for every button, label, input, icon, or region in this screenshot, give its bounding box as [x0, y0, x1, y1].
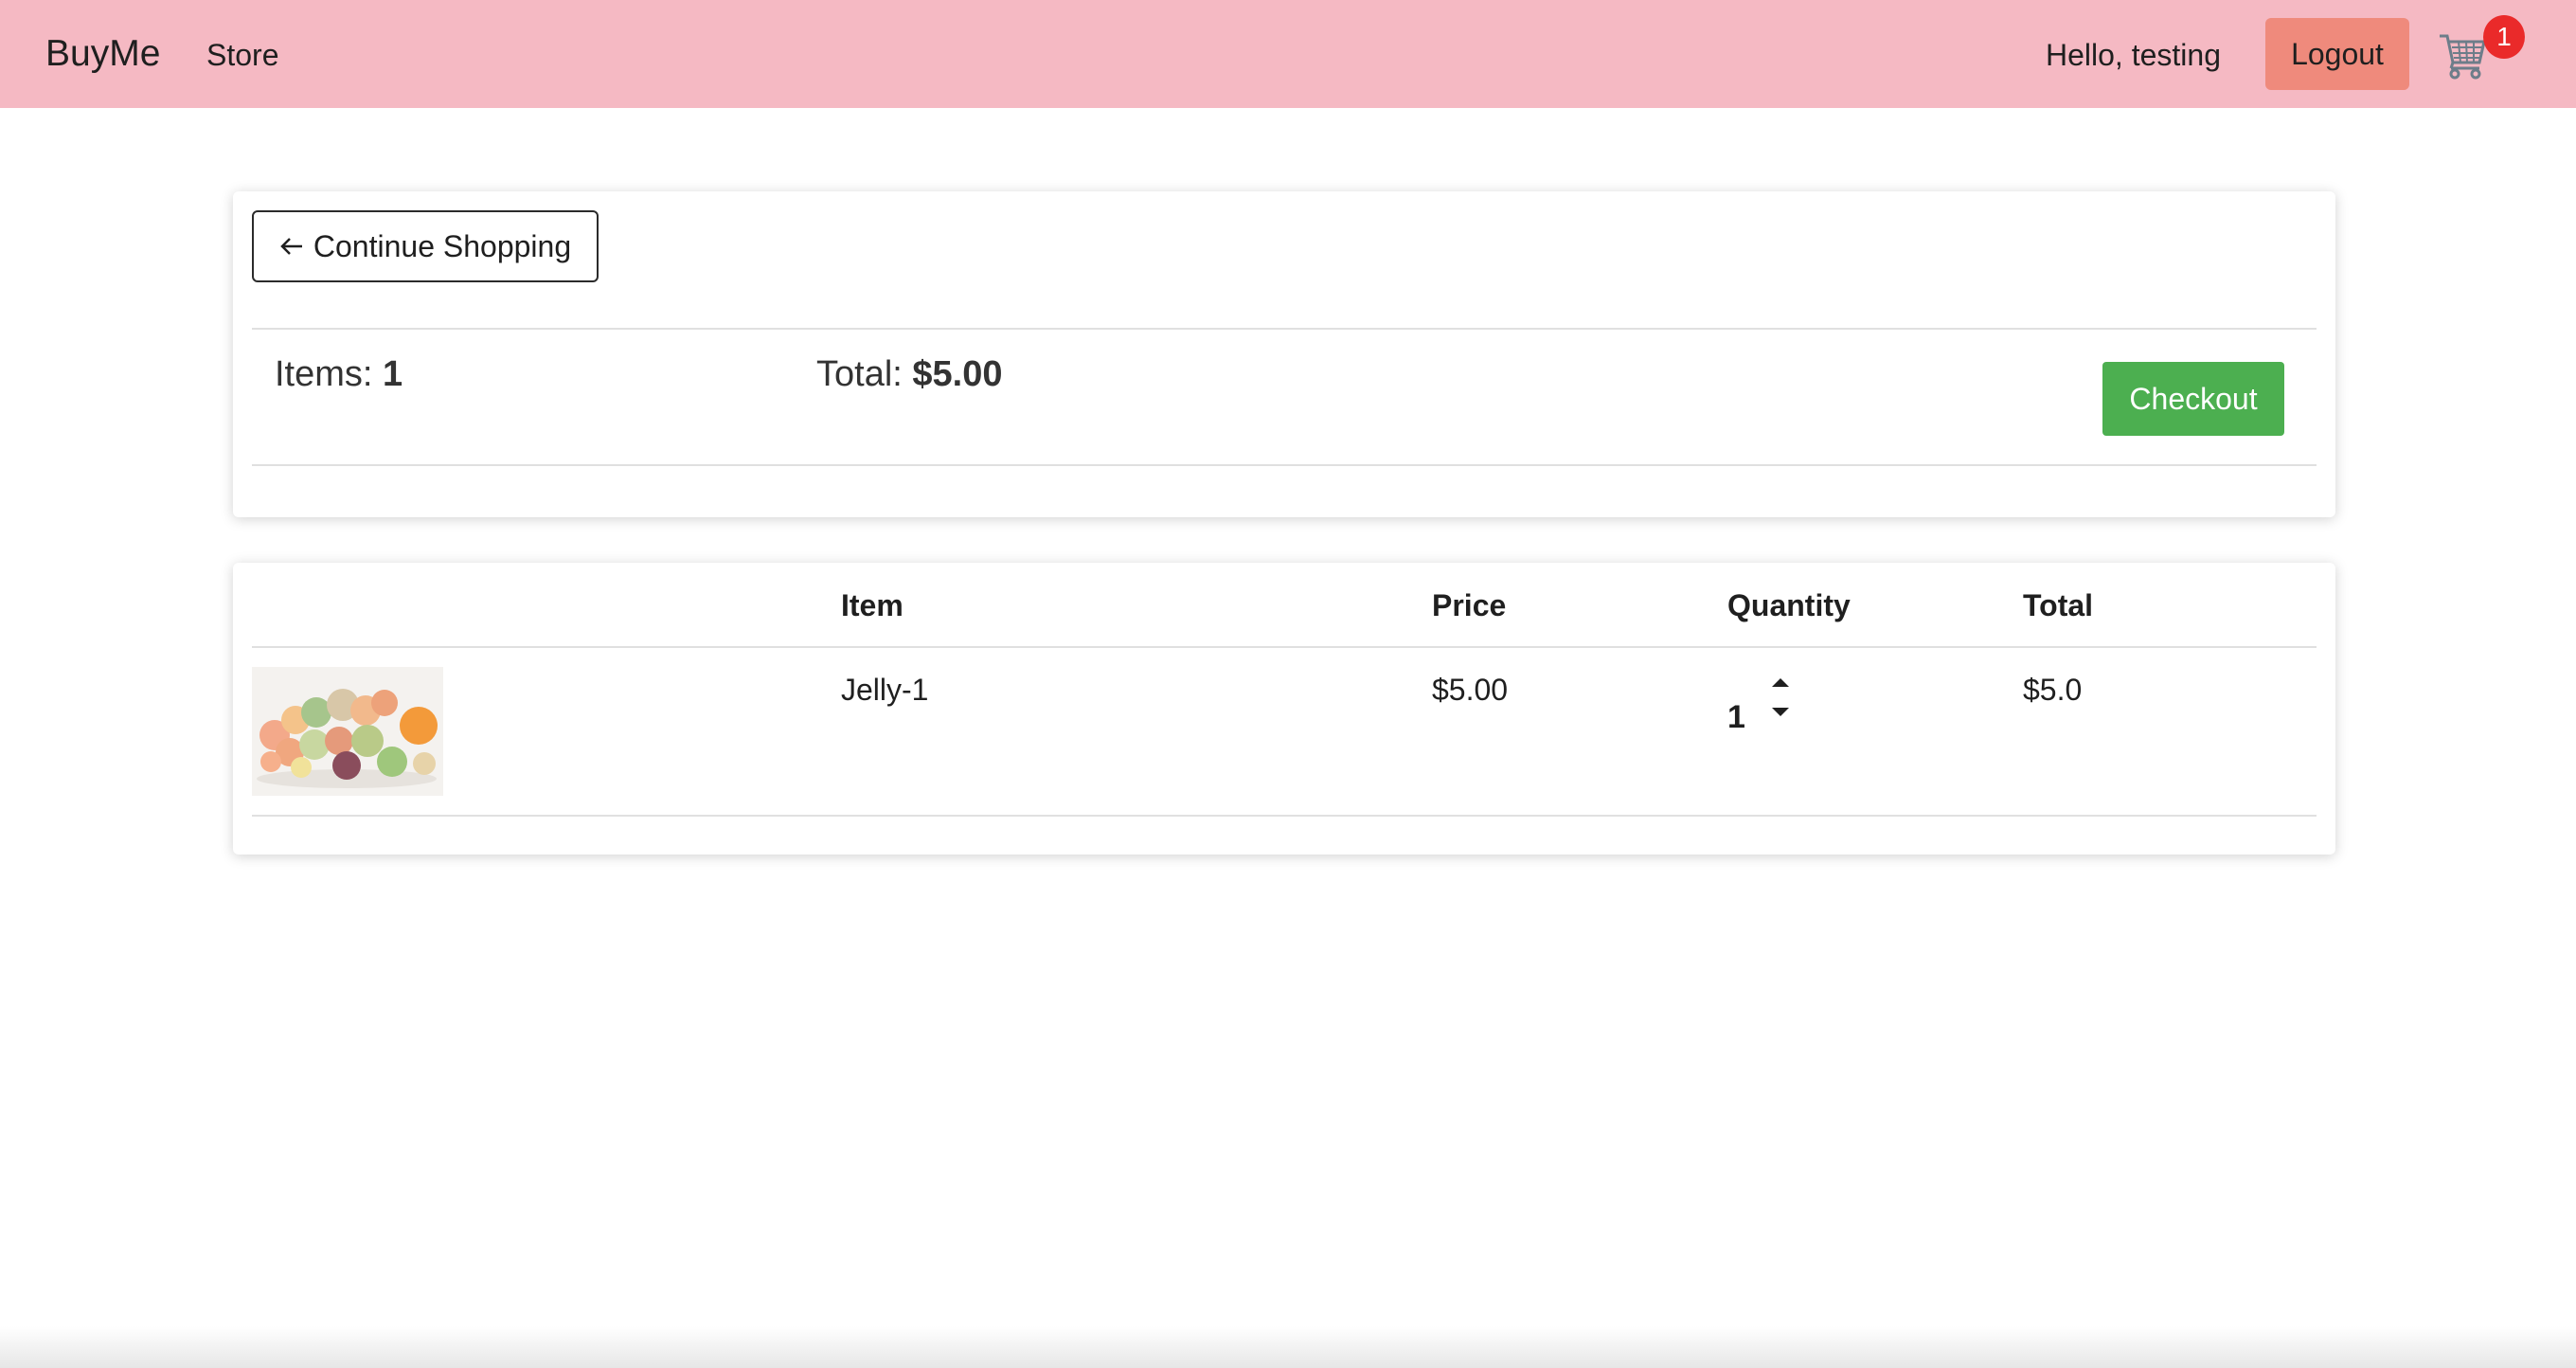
item-quantity-value: 1: [1727, 699, 1745, 735]
column-header-quantity: Quantity: [1727, 588, 1851, 622]
logout-button[interactable]: Logout: [2265, 18, 2409, 90]
quantity-increase-icon[interactable]: [1769, 675, 1792, 690]
summary-divider-bottom: [252, 464, 2317, 466]
summary-divider-top: [252, 328, 2317, 330]
table-header-divider: [252, 646, 2317, 648]
column-header-price: Price: [1432, 588, 1507, 622]
item-line-total: $5.0: [2023, 673, 2083, 707]
page-bottom-shadow: [0, 1326, 2576, 1368]
cart-total: Total: $5.00: [816, 349, 1002, 400]
cart-count-badge: 1: [2483, 15, 2525, 59]
brand-logo-link[interactable]: BuyMe: [45, 28, 160, 80]
item-price: $5.00: [1432, 673, 1509, 707]
continue-shopping-button[interactable]: Continue Shopping: [252, 210, 599, 282]
candy-thumbnail: [252, 667, 443, 796]
column-header-total: Total: [2023, 588, 2094, 622]
table-row-divider: [252, 815, 2317, 817]
cart-total-value: $5.00: [912, 354, 1003, 394]
cart-summary-card: Continue Shopping Items: 1 Total: $5.00 …: [233, 191, 2335, 517]
cart-items-table: Item Price Quantity Total Jelly-1 $5.00 …: [233, 563, 2335, 855]
column-header-item: Item: [841, 588, 903, 622]
items-count-value: 1: [383, 354, 403, 394]
user-greeting: Hello, testing: [2046, 38, 2221, 72]
arrow-left-icon: [279, 229, 304, 264]
continue-shopping-label: Continue Shopping: [313, 228, 572, 263]
cart-icon[interactable]: [2438, 28, 2487, 81]
nav-store-link[interactable]: Store: [206, 32, 278, 78]
items-count-label: Items:: [275, 354, 384, 394]
quantity-decrease-icon[interactable]: [1769, 705, 1792, 720]
top-navbar: BuyMe Store Hello, testing Logout 1: [0, 0, 2576, 108]
cart-total-label: Total:: [816, 354, 913, 394]
checkout-button[interactable]: Checkout: [2102, 362, 2284, 436]
item-name: Jelly-1: [841, 673, 929, 707]
items-count: Items: 1: [275, 349, 402, 400]
